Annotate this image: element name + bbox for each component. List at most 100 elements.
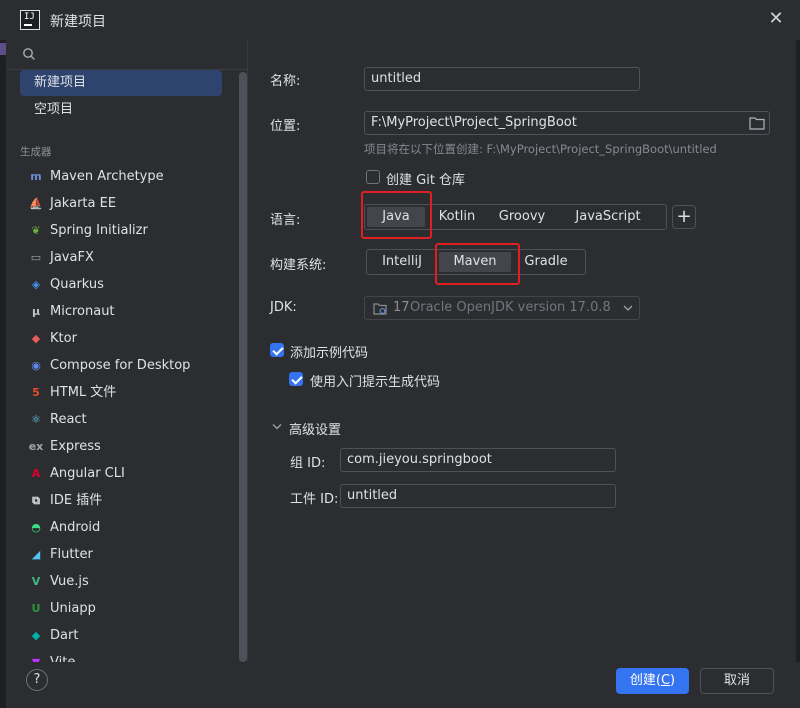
build-gradle[interactable]: Gradle xyxy=(513,250,579,274)
sidebar-scrollbar[interactable] xyxy=(239,72,247,662)
build-intellij[interactable]: IntelliJ xyxy=(367,250,437,274)
language-kotlin[interactable]: Kotlin xyxy=(427,205,487,229)
generator-item[interactable]: ◢ Flutter xyxy=(20,541,222,568)
generator-item[interactable]: ex Express xyxy=(20,433,222,460)
intellij-logo-icon: IJ xyxy=(20,10,40,30)
html-icon: 5 xyxy=(32,386,40,399)
generator-label: Uniapp xyxy=(50,601,96,616)
maven-icon: m xyxy=(30,170,42,183)
right-edge xyxy=(796,40,800,708)
help-button[interactable]: ? xyxy=(26,669,48,691)
generator-item[interactable]: ◈ Quarkus xyxy=(20,271,222,298)
uniapp-icon: U xyxy=(31,602,41,615)
create-label: 创建( xyxy=(629,673,661,688)
express-icon: ex xyxy=(28,440,44,453)
sidebar-item-label: 空项目 xyxy=(34,102,74,117)
vue-icon: V xyxy=(31,575,41,588)
folder-icon[interactable] xyxy=(749,116,765,130)
jdk-name: Oracle OpenJDK version 17.0.8 xyxy=(410,300,611,315)
sidebar-item-empty-project[interactable]: 空项目 xyxy=(20,97,222,123)
ktor-icon: ◆ xyxy=(31,332,41,345)
create-git-checkbox[interactable] xyxy=(366,170,380,184)
chevron-down-icon xyxy=(623,305,633,311)
generator-label: Dart xyxy=(50,628,79,643)
generator-item[interactable]: ◉ Compose for Desktop xyxy=(20,352,222,379)
spring-icon: ❦ xyxy=(31,224,41,237)
close-icon[interactable]: ✕ xyxy=(766,9,786,29)
group-id-input[interactable]: com.jieyou.springboot xyxy=(340,448,616,472)
generator-item[interactable]: U Uniapp xyxy=(20,595,222,622)
generator-item[interactable]: ❦ Spring Initializr xyxy=(20,217,222,244)
create-button[interactable]: 创建(C) xyxy=(616,668,689,694)
plugin-icon: ⧉ xyxy=(32,494,40,507)
language-label: 语言: xyxy=(270,213,301,228)
advanced-settings-toggle[interactable]: 高级设置 xyxy=(289,419,341,438)
quarkus-icon: ◈ xyxy=(31,278,41,291)
generator-item[interactable]: A Angular CLI xyxy=(20,460,222,487)
generator-label: IDE 插件 xyxy=(50,493,103,508)
language-javascript[interactable]: JavaScript xyxy=(557,205,659,229)
generator-item[interactable]: ◆ Ktor xyxy=(20,325,222,352)
generator-label: Vue.js xyxy=(50,574,89,589)
generator-item[interactable]: m Maven Archetype xyxy=(20,163,222,190)
generator-label: HTML 文件 xyxy=(50,385,117,400)
add-sample-code-checkbox[interactable] xyxy=(270,343,284,357)
angular-icon: A xyxy=(31,467,41,480)
generators-group-label: 生成器 xyxy=(20,146,52,158)
onboarding-tips-checkbox[interactable] xyxy=(289,372,303,386)
create-suffix: ) xyxy=(670,673,676,688)
generator-label: Flutter xyxy=(50,547,93,562)
chevron-down-icon[interactable] xyxy=(272,423,282,431)
generator-label: Jakarta EE xyxy=(50,196,117,211)
micronaut-icon: μ xyxy=(31,305,41,318)
generator-item[interactable]: V Vue.js xyxy=(20,568,222,595)
name-input[interactable]: untitled xyxy=(364,67,640,91)
create-mnemonic: C xyxy=(660,673,671,688)
jakarta-icon: ⛵ xyxy=(29,197,43,210)
jdk-select[interactable]: 17 Oracle OpenJDK version 17.0.8 xyxy=(364,296,640,320)
generator-item[interactable]: μ Micronaut xyxy=(20,298,222,325)
generator-label: React xyxy=(50,412,87,427)
compose-icon: ◉ xyxy=(31,359,41,372)
generator-item[interactable]: 5 HTML 文件 xyxy=(20,379,222,406)
sidebar-item-new-project[interactable]: 新建项目 xyxy=(20,70,222,96)
generator-label: Micronaut xyxy=(50,304,115,319)
onboarding-tips-label: 使用入门提示生成代码 xyxy=(310,375,441,390)
location-hint: 项目将在以下位置创建: F:\MyProject\Project_SpringB… xyxy=(364,142,717,156)
group-id-label: 组 ID: xyxy=(290,456,326,471)
location-label: 位置: xyxy=(270,119,301,134)
cancel-button[interactable]: 取消 xyxy=(700,668,774,694)
generator-item[interactable]: ▭ JavaFX xyxy=(20,244,222,271)
flutter-icon: ◢ xyxy=(31,548,41,561)
maven-highlight-box xyxy=(435,243,520,285)
window-title: 新建项目 xyxy=(50,14,106,30)
generator-label: Ktor xyxy=(50,331,77,346)
generator-label: JavaFX xyxy=(50,250,94,265)
generator-item[interactable]: ⚛ React xyxy=(20,406,222,433)
language-groovy[interactable]: Groovy xyxy=(487,205,557,229)
dart-icon: ◆ xyxy=(31,629,41,642)
generator-label: Angular CLI xyxy=(50,466,125,481)
jdk-label: JDK: xyxy=(270,300,297,315)
search-icon xyxy=(23,48,35,60)
generator-label: Maven Archetype xyxy=(50,169,164,184)
sidebar-item-label: 新建项目 xyxy=(34,75,87,90)
artifact-id-input[interactable]: untitled xyxy=(340,484,616,508)
create-git-label: 创建 Git 仓库 xyxy=(386,173,466,188)
generator-item[interactable]: ◓ Android xyxy=(20,514,222,541)
location-input[interactable]: F:\MyProject\Project_SpringBoot xyxy=(364,111,770,135)
name-label: 名称: xyxy=(270,74,301,89)
generator-item[interactable]: ◆ Dart xyxy=(20,622,222,649)
build-system-label: 构建系统: xyxy=(270,258,327,273)
generator-item[interactable]: ⛵ Jakarta EE xyxy=(20,190,222,217)
title-bar xyxy=(0,0,800,40)
generator-item[interactable]: ⧉ IDE 插件 xyxy=(20,487,222,514)
react-icon: ⚛ xyxy=(31,413,41,426)
generator-label: Spring Initializr xyxy=(50,223,148,238)
jdk-folder-icon xyxy=(373,303,387,315)
android-icon: ◓ xyxy=(31,521,41,534)
javafx-icon: ▭ xyxy=(30,251,42,264)
add-language-button[interactable]: + xyxy=(672,205,696,229)
sidebar-search[interactable] xyxy=(6,40,248,70)
generator-label: Quarkus xyxy=(50,277,104,292)
